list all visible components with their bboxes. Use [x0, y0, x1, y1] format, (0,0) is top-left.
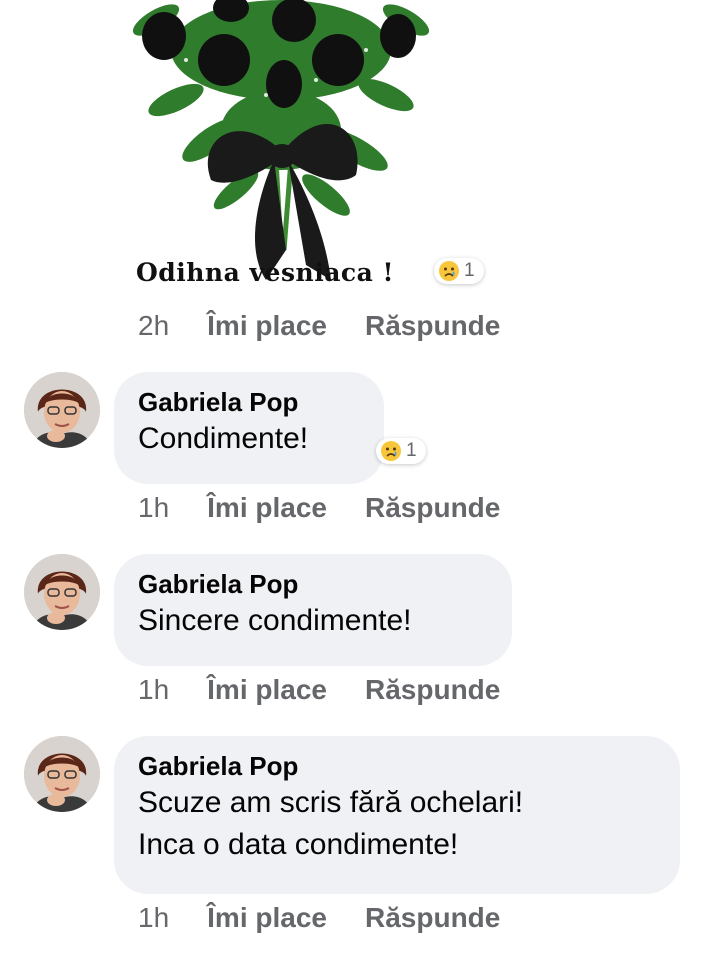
comment-image-sticker[interactable]: Odihna vesniaca ! — [116, 0, 438, 302]
user-avatar-image — [24, 554, 100, 630]
like-button[interactable]: Îmi place — [207, 674, 327, 706]
comment-text-line-2: Inca o data condimente! — [138, 828, 459, 861]
reply-button[interactable]: Răspunde — [365, 492, 500, 524]
comment-text: Condimente! — [138, 422, 309, 455]
comment-actions: 1h Îmi place Răspunde — [138, 902, 500, 934]
reaction-badge[interactable]: 1 — [376, 438, 426, 464]
comment-author[interactable]: Gabriela Pop — [138, 750, 656, 782]
comment-timestamp[interactable]: 1h — [138, 674, 169, 706]
comment-author[interactable]: Gabriela Pop — [138, 386, 360, 418]
like-button[interactable]: Îmi place — [207, 310, 327, 342]
reaction-count: 1 — [406, 440, 417, 461]
reply-button[interactable]: Răspunde — [365, 902, 500, 934]
comment-bubble: Gabriela Pop Condimente! — [114, 372, 384, 484]
user-avatar-image — [24, 736, 100, 812]
black-roses-bouquet-image — [132, 0, 430, 280]
comment-text-line-1: Scuze am scris fără ochelari! — [138, 786, 524, 819]
reaction-badge[interactable]: 1 — [434, 258, 484, 284]
comment-timestamp[interactable]: 1h — [138, 902, 169, 934]
sad-emoji-icon — [381, 441, 401, 461]
avatar[interactable] — [24, 736, 100, 812]
comment-bubble: Gabriela Pop Scuze am scris fără ochelar… — [114, 736, 680, 894]
image-caption: Odihna vesniaca ! — [136, 258, 394, 287]
user-avatar-image — [24, 372, 100, 448]
comment-bubble: Gabriela Pop Sincere condimente! — [114, 554, 512, 666]
comment-actions: 1h Îmi place Răspunde — [138, 674, 500, 706]
sad-emoji-icon — [439, 261, 459, 281]
like-button[interactable]: Îmi place — [207, 492, 327, 524]
reaction-count: 1 — [464, 260, 475, 281]
avatar[interactable] — [24, 372, 100, 448]
comment-text: Sincere condimente! — [138, 604, 412, 637]
reply-button[interactable]: Răspunde — [365, 310, 500, 342]
reply-button[interactable]: Răspunde — [365, 674, 500, 706]
avatar[interactable] — [24, 554, 100, 630]
comment-timestamp[interactable]: 1h — [138, 492, 169, 524]
like-button[interactable]: Îmi place — [207, 902, 327, 934]
comment-author[interactable]: Gabriela Pop — [138, 568, 488, 600]
comment-actions: 2h Îmi place Răspunde — [138, 310, 500, 342]
comment-actions: 1h Îmi place Răspunde — [138, 492, 500, 524]
comment-timestamp[interactable]: 2h — [138, 310, 169, 342]
